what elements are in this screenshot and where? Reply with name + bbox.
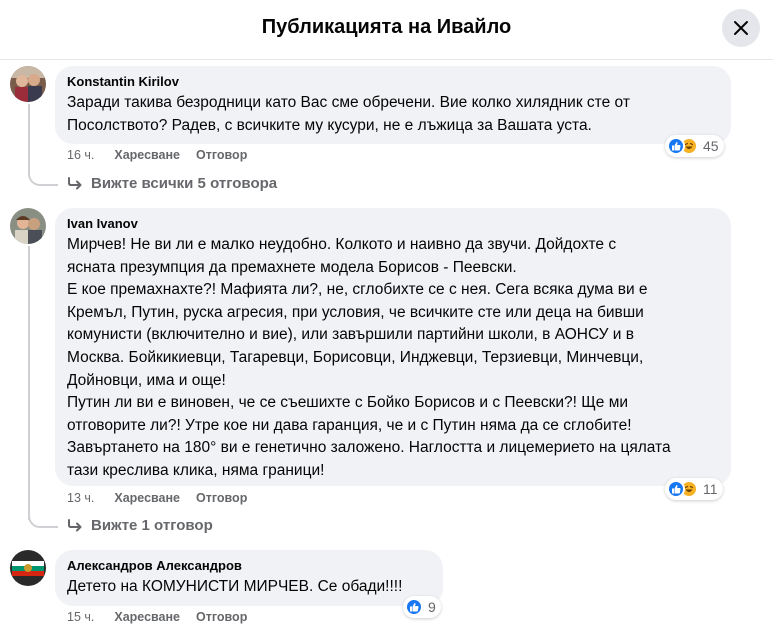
reply-arrow-icon [68,518,82,531]
comment-time[interactable]: 16 ч. [67,148,94,162]
thread-line [28,104,30,176]
dialog-title: Публикацията на Ивайло [261,16,512,38]
reply-button[interactable]: Отговор [196,148,247,162]
like-reaction-icon [667,137,685,155]
comment-meta: 15 ч. Харесване Отговор [67,610,263,624]
avatar-photo [10,550,46,586]
reaction-count: 9 [428,599,436,615]
thread-line [28,246,30,520]
reaction-count: 11 [703,481,718,497]
reply-button[interactable]: Отговор [196,610,247,624]
avatar[interactable] [10,66,46,102]
thread-curve [28,514,58,528]
reactions-summary[interactable]: 11 [665,478,723,500]
comment-text: Заради такива безродници като Вас сме об… [67,94,630,134]
view-replies-button[interactable]: Вижте всички 5 отговора [67,175,277,192]
close-icon [734,21,748,35]
avatar-photo [10,208,46,244]
thread-curve [28,172,58,186]
like-reaction-icon [667,480,685,498]
comment-author[interactable]: Konstantin Kirilov [67,74,719,90]
comment-time[interactable]: 15 ч. [67,610,94,624]
avatar[interactable] [10,550,46,586]
comment-text: Мирчев! Не ви ли е малко неудобно. Колко… [67,236,671,479]
comment-bubble: Александров Александров Детето на КОМУНИ… [55,550,443,606]
like-button[interactable]: Харесване [114,491,180,505]
view-replies-button[interactable]: Вижте 1 отговор [67,517,213,534]
comment-time[interactable]: 13 ч. [67,491,94,505]
like-button[interactable]: Харесване [114,610,180,624]
reaction-count: 45 [703,138,719,154]
reactions-summary[interactable]: 9 [403,596,441,618]
view-replies-label: Вижте 1 отговор [91,517,213,534]
comment-bubble: Ivan Ivanov Мирчев! Не ви ли е малко неу… [55,208,731,486]
like-reaction-icon [405,598,423,616]
reply-button[interactable]: Отговор [196,491,247,505]
comment-bubble: Konstantin Kirilov Заради такива безродн… [55,66,731,144]
reply-arrow-icon [68,176,82,189]
view-replies-label: Вижте всички 5 отговора [91,175,278,192]
dialog-header: Публикацията на Ивайло [0,0,773,60]
comment-meta: 16 ч. Харесване Отговор [67,148,263,162]
like-button[interactable]: Харесване [114,148,180,162]
comment-author[interactable]: Ivan Ivanov [67,216,719,232]
comment-text: Детето на КОМУНИСТИ МИРЧЕВ. Се обади!!!! [67,578,403,595]
comment-meta: 13 ч. Харесване Отговор [67,491,263,505]
close-button[interactable] [722,9,760,47]
avatar[interactable] [10,208,46,244]
reactions-summary[interactable]: 45 [665,135,724,157]
comment-author[interactable]: Александров Александров [67,558,431,574]
avatar-photo [10,66,46,102]
